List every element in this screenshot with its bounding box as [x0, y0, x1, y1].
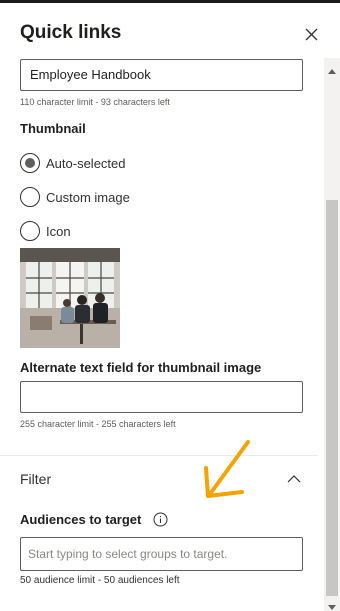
thumbnail-label: Thumbnail	[20, 121, 86, 136]
info-icon[interactable]	[153, 512, 168, 527]
scrollbar-thumb[interactable]	[326, 200, 338, 596]
radio-label: Icon	[46, 223, 71, 239]
alt-text-field[interactable]	[20, 381, 303, 413]
thumbnail-image	[20, 248, 120, 348]
audiences-label: Audiences to target	[20, 512, 142, 527]
title-field[interactable]: Employee Handbook	[20, 59, 303, 91]
radio-label: Custom image	[46, 189, 130, 205]
chevron-up-icon	[287, 475, 301, 483]
radio-custom-image[interactable]: Custom image	[20, 186, 130, 208]
radio-label: Auto-selected	[46, 155, 126, 171]
alt-text-label: Alternate text field for thumbnail image	[20, 360, 262, 375]
radio-auto-selected[interactable]: Auto-selected	[20, 152, 126, 174]
audiences-input[interactable]: Start typing to select groups to target.	[20, 537, 303, 571]
panel-title: Quick links	[20, 22, 122, 43]
arrow-down-left-icon	[198, 436, 256, 502]
radio-circle[interactable]	[20, 221, 40, 241]
radio-circle-checked[interactable]	[20, 153, 40, 173]
title-char-hint: 110 character limit - 93 characters left	[20, 97, 170, 107]
triangle-down-icon	[328, 605, 336, 610]
alt-text-char-hint: 255 character limit - 255 characters lef…	[20, 419, 176, 429]
radio-circle[interactable]	[20, 187, 40, 207]
collapse-filter-button[interactable]	[286, 472, 302, 484]
audiences-limit-hint: 50 audience limit - 50 audiences left	[20, 575, 180, 586]
close-button[interactable]	[302, 25, 322, 45]
triangle-up-icon	[328, 69, 336, 74]
section-divider	[0, 455, 318, 456]
filter-section-title[interactable]: Filter	[20, 471, 51, 487]
radio-icon[interactable]: Icon	[20, 220, 71, 242]
scroll-down-button[interactable]	[327, 599, 337, 610]
scroll-up-button[interactable]	[327, 62, 337, 74]
top-edge-bar	[0, 0, 340, 3]
close-icon	[305, 28, 318, 41]
